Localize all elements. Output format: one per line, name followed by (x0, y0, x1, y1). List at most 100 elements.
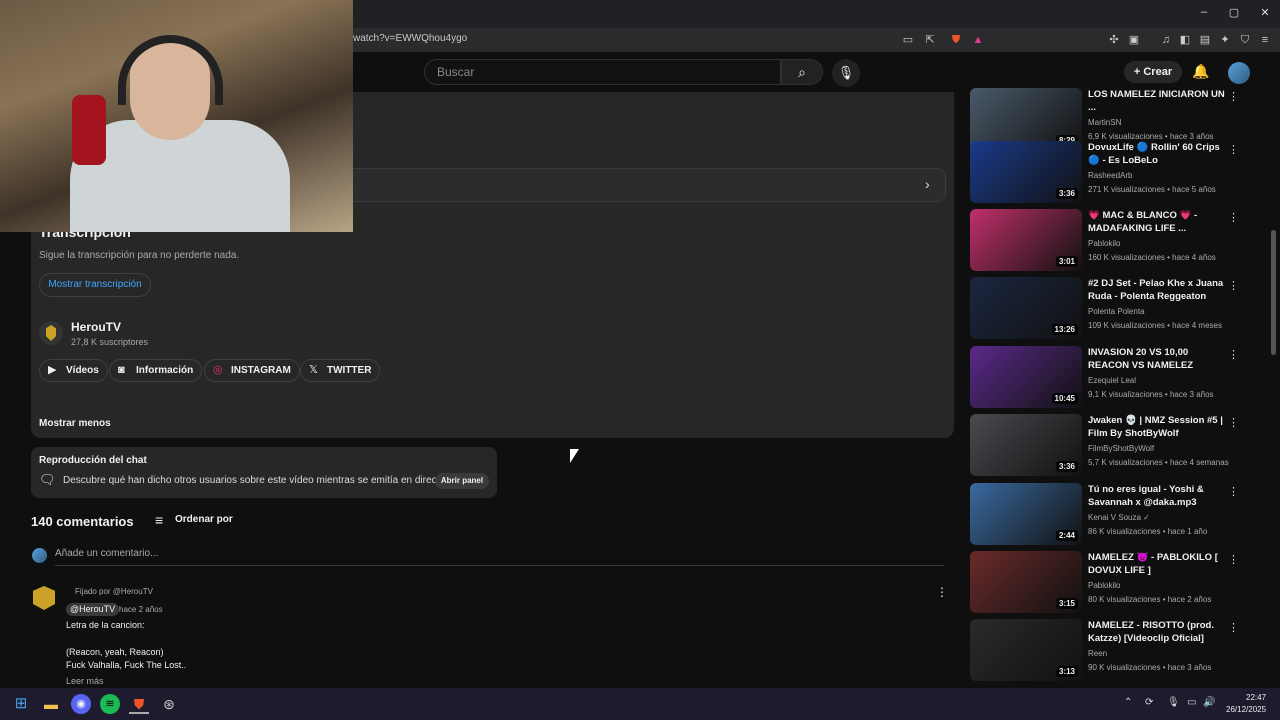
more-vert-icon[interactable]: ⋮ (1228, 553, 1239, 566)
more-vert-icon[interactable]: ⋮ (1228, 485, 1239, 498)
comment-time[interactable]: hace 2 años (119, 605, 163, 614)
vpn-icon[interactable]: ⛉ (1237, 32, 1253, 48)
video-channel[interactable]: Kenai V Souza ✓ (1088, 513, 1150, 522)
video-channel[interactable]: Ezequiel Leal (1088, 376, 1136, 385)
more-vert-icon[interactable]: ⋮ (1228, 90, 1239, 103)
brave-shield-icon[interactable]: ⛊ (948, 32, 964, 48)
spotify-icon[interactable]: ≋ (100, 694, 120, 714)
open-panel-button[interactable]: Abrir panel (435, 473, 489, 489)
more-vert-icon[interactable]: ⋮ (1228, 348, 1239, 361)
video-duration: 3:15 (1055, 598, 1078, 609)
video-channel[interactable]: RasheedArb (1088, 171, 1132, 180)
close-window-button[interactable]: ✕ (1257, 6, 1273, 19)
sort-icon[interactable]: ≡ (155, 512, 163, 528)
file-explorer-icon[interactable]: ▬ (41, 694, 61, 714)
video-icon: ▶ (48, 364, 57, 376)
cast-icon[interactable]: ▭ (900, 32, 916, 48)
brave-browser-icon[interactable]: ⛊ (129, 694, 149, 714)
volume-icon[interactable]: 🔊 (1203, 697, 1215, 708)
search-button[interactable]: ⌕ (781, 59, 823, 85)
add-comment-input[interactable]: Añade un comentario... (55, 548, 944, 566)
search-input[interactable]: Buscar (424, 59, 781, 85)
video-thumbnail[interactable]: 3:01 (970, 209, 1082, 271)
sidebar-video-item[interactable]: 2:44 Tú no eres igual - Yoshi & Savannah … (970, 483, 1260, 547)
show-less-button[interactable]: Mostrar menos (39, 418, 111, 429)
twitter-link-button[interactable]: 𝕏 TWITTER (300, 359, 381, 382)
video-title[interactable]: Jwaken 💀 | NMZ Session #5 | Film By Shot… (1088, 414, 1228, 440)
chat-replay-text: Descubre qué han dicho otros usuarios so… (63, 475, 448, 486)
more-vert-icon[interactable]: ⋮ (1228, 211, 1239, 224)
maximize-button[interactable]: ▢ (1226, 6, 1242, 19)
sidebar-video-item[interactable]: 3:15 NAMELEZ 👿 - PABLOKILO [ DOVUX LIFE ]… (970, 551, 1260, 615)
sidebar-icon[interactable]: ◧ (1177, 32, 1193, 48)
sync-icon[interactable]: ⟳ (1145, 697, 1153, 708)
video-title[interactable]: #2 DJ Set - Pelao Khe x Juana Ruda - Pol… (1088, 277, 1228, 303)
create-button[interactable]: + Crear (1124, 61, 1182, 83)
video-channel[interactable]: FilmByShotByWolf (1088, 444, 1154, 453)
brave-rewards-icon[interactable]: ▲ (970, 32, 986, 48)
video-thumbnail[interactable]: 3:15 (970, 551, 1082, 613)
video-title[interactable]: INVASION 20 VS 10,00 REACON VS NAMELEZ (1088, 346, 1228, 372)
read-more-button[interactable]: Leer más (66, 676, 104, 686)
wallet-icon[interactable]: ▤ (1197, 32, 1213, 48)
account-avatar[interactable] (1228, 62, 1250, 84)
comment-author-avatar[interactable] (33, 586, 55, 610)
more-vert-icon[interactable]: ⋮ (936, 585, 948, 599)
more-vert-icon[interactable]: ⋮ (1228, 279, 1239, 292)
video-thumbnail[interactable]: 3:13 (970, 619, 1082, 681)
more-vert-icon[interactable]: ⋮ (1228, 143, 1239, 156)
sidebar-video-item[interactable]: 3:36 Jwaken 💀 | NMZ Session #5 | Film By … (970, 414, 1260, 478)
voice-search-button[interactable]: 🎙 (832, 59, 860, 87)
tray-chevron-icon[interactable]: ⌃ (1124, 697, 1132, 708)
video-channel[interactable]: MartinSN (1088, 118, 1121, 127)
video-thumbnail[interactable]: 3:36 (970, 414, 1082, 476)
sidebar-video-item[interactable]: 13:26 #2 DJ Set - Pelao Khe x Juana Ruda … (970, 277, 1260, 341)
extensions-icon[interactable]: ✣ (1106, 32, 1122, 48)
video-thumbnail[interactable]: 13:26 (970, 277, 1082, 339)
more-vert-icon[interactable]: ⋮ (1228, 416, 1239, 429)
sidebar-video-item[interactable]: 3:36 DovuxLife 🔵 Rollin' 60 Crips 🔵 - Es … (970, 141, 1260, 205)
video-title[interactable]: Tú no eres igual - Yoshi & Savannah x @d… (1088, 483, 1228, 509)
video-title[interactable]: DovuxLife 🔵 Rollin' 60 Crips 🔵 - Es LoBe… (1088, 141, 1228, 167)
sort-button[interactable]: Ordenar por (175, 514, 233, 525)
url-text[interactable]: watch?v=EWWQhou4ygo (353, 33, 467, 44)
video-title[interactable]: NAMELEZ - RISOTTO (prod. Katzze) [Videoc… (1088, 619, 1228, 645)
network-icon[interactable]: ▭ (1187, 697, 1196, 708)
menu-icon[interactable]: ≡ (1257, 32, 1273, 48)
minimize-button[interactable]: – (1196, 6, 1212, 18)
comment-author[interactable]: @HerouTV (66, 603, 120, 616)
video-channel[interactable]: Pablokilo (1088, 239, 1120, 248)
discord-icon[interactable]: ◉ (71, 694, 91, 714)
taskbar-clock[interactable]: 22:47 26/12/2025 (1226, 692, 1266, 716)
sidebar-video-item[interactable]: 3:13 NAMELEZ - RISOTTO (prod. Katzze) [Vi… (970, 619, 1260, 683)
sidebar-video-item[interactable]: 10:45 INVASION 20 VS 10,00 REACON VS NAME… (970, 346, 1260, 410)
video-thumbnail[interactable]: 2:44 (970, 483, 1082, 545)
microphone-tray-icon[interactable]: 🎙 (1167, 697, 1180, 708)
video-channel[interactable]: Pablokilo (1088, 581, 1120, 590)
video-channel[interactable]: Polenta Polenta (1088, 307, 1145, 316)
windows-start-icon[interactable]: ⊞ (11, 694, 31, 714)
instagram-link-button[interactable]: ◎ INSTAGRAM (204, 359, 300, 382)
screenshot-icon[interactable]: ▣ (1126, 32, 1142, 48)
sidebar-video-item[interactable]: 3:01 💗 MAC & BLANCO 💗 - MADAFAKING LIFE .… (970, 209, 1260, 273)
video-title[interactable]: NAMELEZ 👿 - PABLOKILO [ DOVUX LIFE ] (1088, 551, 1228, 577)
chevron-right-icon[interactable]: › (925, 176, 930, 192)
share-icon[interactable]: ⇱ (922, 32, 938, 48)
video-title[interactable]: 💗 MAC & BLANCO 💗 - MADAFAKING LIFE ... (1088, 209, 1228, 235)
transcript-expand-row[interactable] (353, 168, 946, 202)
more-vert-icon[interactable]: ⋮ (1228, 621, 1239, 634)
info-link-button[interactable]: ◙ Información (109, 359, 203, 382)
leo-ai-icon[interactable]: ✦ (1217, 32, 1233, 48)
video-title[interactable]: LOS NAMELEZ INICIARON UN ... (1088, 88, 1228, 114)
media-icon[interactable]: ♫ (1158, 32, 1174, 48)
video-thumbnail[interactable]: 3:36 (970, 141, 1082, 203)
video-channel[interactable]: Reen (1088, 649, 1107, 658)
channel-logo[interactable] (39, 321, 63, 345)
video-thumbnail[interactable]: 10:45 (970, 346, 1082, 408)
show-transcript-button[interactable]: Mostrar transcripción (39, 273, 151, 297)
videos-link-button[interactable]: ▶ Vídeos (39, 359, 108, 382)
scrollbar[interactable] (1271, 230, 1276, 355)
app-icon[interactable]: ⊛ (159, 694, 179, 714)
notifications-bell-icon[interactable]: 🔔 (1192, 63, 1209, 80)
channel-name[interactable]: HerouTV (71, 320, 121, 334)
